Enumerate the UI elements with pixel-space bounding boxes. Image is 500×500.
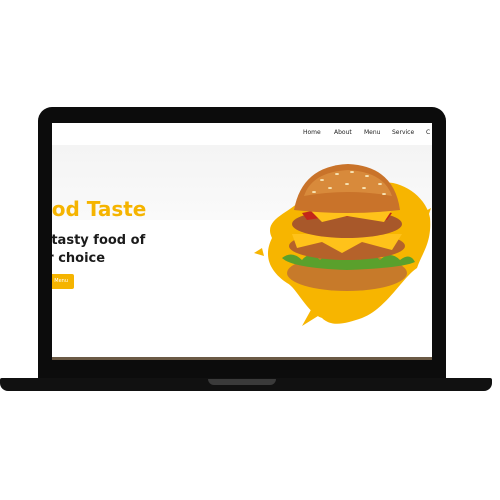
nav-item-about[interactable]: About [334, 129, 352, 136]
hero-subtitle: e tasty food of ur choice [52, 232, 145, 268]
burger-image [254, 164, 431, 326]
nav-item-service[interactable]: Service [392, 129, 414, 136]
menu-button[interactable]: Menu [52, 274, 74, 289]
screen-bottom-bar [52, 357, 432, 360]
nav-item-menu[interactable]: Menu [364, 129, 380, 136]
nav-item-contact[interactable]: C [426, 129, 430, 136]
laptop-notch [208, 379, 276, 385]
hero-subtitle-line-1: e tasty food of [52, 233, 146, 248]
hero-subtitle-line-2: ur choice [52, 251, 106, 266]
navbar: Home About Menu Service C [52, 123, 432, 145]
hero-title: ood Taste [52, 197, 147, 221]
nav-item-home[interactable]: Home [303, 129, 321, 136]
laptop-screen: Home About Menu Service C ood Taste e ta… [52, 123, 432, 360]
